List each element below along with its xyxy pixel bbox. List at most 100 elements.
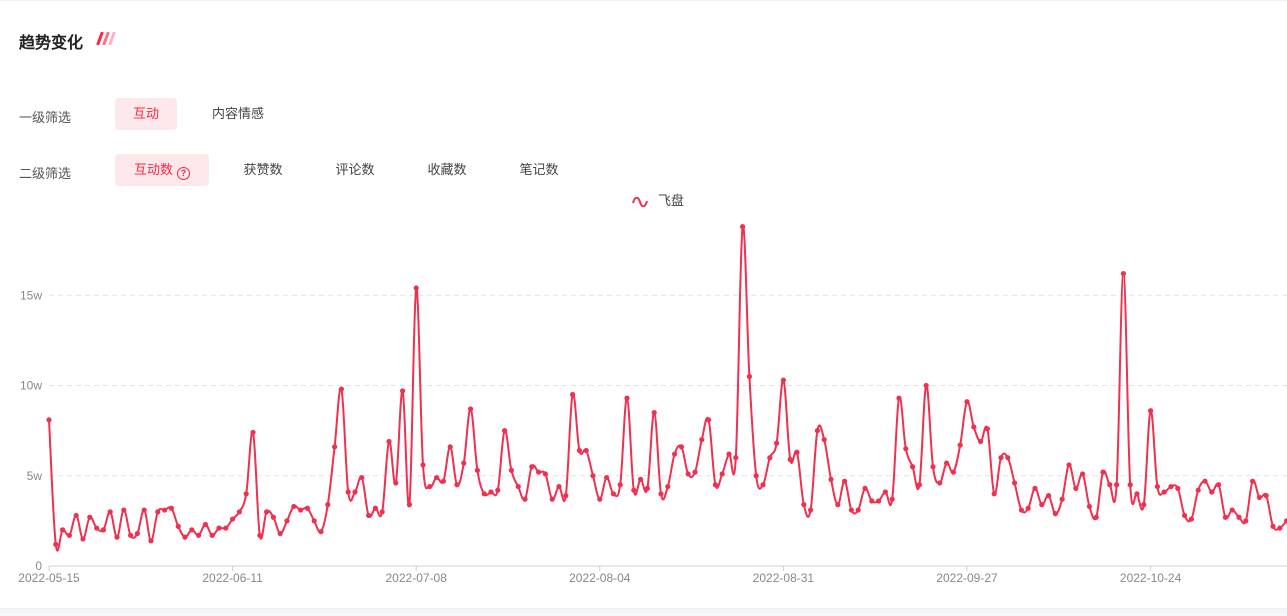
data-point — [243, 491, 249, 497]
data-point — [835, 502, 841, 508]
data-point — [100, 527, 106, 533]
y-axis-ticks: 05w10w15w — [20, 288, 42, 573]
x-axis: 2022-05-15 2022-06-11 2022-07-08 2022-08-04… — [18, 565, 1287, 585]
data-point — [94, 525, 100, 531]
data-point — [597, 496, 603, 502]
data-point — [821, 437, 827, 443]
trend-line-chart: 05w10w15w 2022-05-15 2022-06-11 2022-07-08… — [18, 224, 1287, 585]
data-point — [964, 399, 970, 405]
data-point — [978, 438, 984, 445]
data-point — [1039, 502, 1045, 508]
data-point — [556, 483, 562, 490]
data-point — [998, 455, 1004, 461]
data-point — [121, 507, 127, 513]
data-point — [542, 471, 549, 477]
data-point — [984, 426, 991, 432]
data-point — [216, 525, 222, 531]
data-point — [420, 462, 426, 468]
data-point — [842, 478, 848, 484]
data-point — [1134, 491, 1140, 497]
data-point — [583, 447, 589, 454]
data-point — [508, 467, 514, 473]
data-point — [1114, 482, 1120, 488]
data-point — [855, 507, 861, 513]
data-point — [182, 534, 188, 540]
data-point — [277, 530, 283, 537]
data-point — [502, 428, 508, 434]
data-point — [760, 482, 766, 488]
data-point — [1066, 462, 1072, 468]
data-point — [828, 476, 834, 482]
data-point — [923, 382, 929, 389]
data-point — [1148, 408, 1154, 414]
data-point — [889, 496, 895, 502]
data-point — [699, 437, 705, 443]
data-point — [801, 502, 807, 508]
series-line — [48, 224, 1287, 552]
data-point — [882, 489, 889, 495]
data-point — [66, 532, 72, 538]
data-point — [284, 518, 290, 524]
y-tick-label: 15w — [20, 288, 42, 302]
data-point — [1005, 455, 1011, 461]
data-point — [937, 480, 943, 486]
data-point — [780, 377, 787, 383]
data-point — [1059, 496, 1065, 502]
data-point — [1127, 482, 1133, 488]
data-point — [46, 417, 52, 423]
data-point — [148, 538, 154, 544]
data-point — [461, 460, 467, 466]
data-point — [80, 536, 86, 542]
data-point — [1141, 502, 1147, 508]
x-tick-label: 2022-08-04 — [569, 571, 631, 585]
data-point — [1222, 514, 1228, 520]
data-point — [366, 512, 372, 519]
y-tick-label: 10w — [20, 379, 42, 393]
data-point — [1175, 485, 1181, 491]
data-point — [957, 442, 963, 448]
data-point — [332, 444, 338, 450]
data-point — [141, 507, 147, 513]
data-point — [298, 507, 304, 513]
data-point — [1120, 270, 1126, 277]
data-point — [1093, 514, 1099, 520]
data-point — [474, 467, 480, 473]
data-point — [692, 469, 698, 475]
data-point — [1236, 514, 1242, 520]
data-point — [413, 285, 419, 291]
data-point — [73, 512, 79, 519]
data-point — [209, 532, 215, 538]
data-point — [774, 440, 780, 446]
data-point — [196, 532, 202, 538]
data-point — [1256, 494, 1262, 501]
data-point — [1012, 480, 1018, 486]
data-point — [325, 502, 331, 508]
data-point — [495, 487, 501, 493]
data-point — [189, 527, 195, 533]
data-point — [522, 496, 528, 502]
data-point — [1182, 512, 1188, 519]
data-point — [903, 446, 909, 452]
data-point — [1243, 518, 1249, 524]
data-point — [549, 496, 555, 502]
data-point — [175, 523, 181, 529]
data-point — [651, 409, 657, 416]
data-point — [1216, 482, 1222, 488]
data-point — [318, 529, 324, 535]
data-point — [529, 464, 535, 470]
data-point — [223, 525, 229, 531]
data-point — [950, 469, 957, 475]
data-point — [250, 429, 256, 436]
data-point — [202, 521, 208, 528]
data-point — [128, 532, 134, 538]
data-point — [1209, 489, 1215, 495]
data-point — [814, 428, 821, 434]
data-point — [386, 438, 392, 445]
data-point — [1277, 525, 1283, 531]
data-point — [740, 224, 746, 230]
data-point — [706, 417, 712, 423]
data-point — [515, 483, 521, 490]
data-point — [726, 451, 732, 457]
data-point — [916, 482, 923, 488]
data-point — [576, 447, 583, 454]
